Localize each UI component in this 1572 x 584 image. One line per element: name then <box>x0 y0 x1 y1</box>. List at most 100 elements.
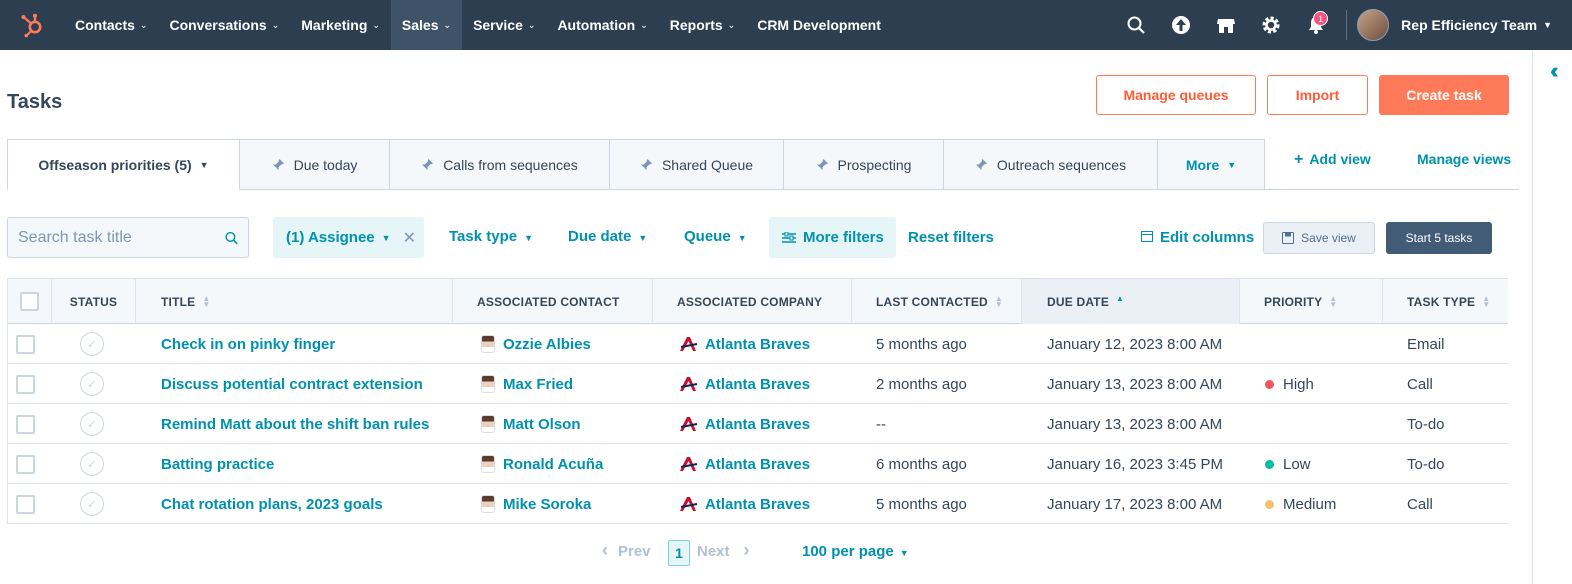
company-link[interactable]: Atlanta Braves <box>705 416 810 433</box>
contact-link[interactable]: Matt Olson <box>503 416 581 433</box>
complete-task-check-icon[interactable]: ✓ <box>80 372 104 396</box>
company-link[interactable]: Atlanta Braves <box>705 456 810 473</box>
search-icon[interactable] <box>1113 0 1158 50</box>
nav-item-reports[interactable]: Reports ⌄ <box>659 0 746 50</box>
top-navigation: Contacts ⌄ Conversations ⌄ Marketing ⌄ Sales ⌄ S… <box>0 0 1572 50</box>
nav-item-contacts[interactable]: Contacts ⌄ <box>64 0 158 50</box>
complete-task-check-icon[interactable]: ✓ <box>80 492 104 516</box>
manage-queues-button[interactable]: Manage queues <box>1096 75 1256 115</box>
row-checkbox[interactable] <box>16 494 35 514</box>
hubspot-logo-icon[interactable] <box>0 0 64 50</box>
company-link[interactable]: Atlanta Braves <box>705 336 810 353</box>
prev-page-button[interactable]: ‹ Prev <box>602 540 651 561</box>
nav-item-automation[interactable]: Automation ⌄ <box>546 0 658 50</box>
tab-prospecting[interactable]: Prospecting <box>784 139 944 190</box>
task-type-filter[interactable]: Task type ▼ <box>449 228 533 245</box>
upgrade-icon[interactable] <box>1158 0 1203 50</box>
manage-views-link[interactable]: Manage views <box>1417 151 1511 167</box>
caret-down-icon: ▼ <box>638 233 648 243</box>
row-checkbox[interactable] <box>16 374 35 394</box>
priority-dot <box>1265 379 1274 389</box>
nav-utilities: 1 Rep Efficiency Team ▼ <box>1113 0 1572 50</box>
tab-outreach-sequences[interactable]: Outreach sequences <box>944 139 1158 190</box>
row-select-cell <box>16 364 35 404</box>
company-link[interactable]: Atlanta Braves <box>705 496 810 513</box>
column-label: TITLE <box>161 294 196 309</box>
column-header-title[interactable]: TITLE ▲ ▼ <box>136 279 453 324</box>
task-title-link[interactable]: Chat rotation plans, 2023 goals <box>161 496 383 513</box>
next-page-button[interactable]: Next › <box>697 540 750 561</box>
company-cell: Atlanta Braves <box>679 364 810 404</box>
user-avatar[interactable] <box>1357 9 1390 41</box>
company-link[interactable]: Atlanta Braves <box>705 376 810 393</box>
edit-columns-link[interactable]: Edit columns <box>1141 229 1254 246</box>
table-row: ✓ Discuss potential contract extension Max… <box>8 364 1508 404</box>
search-icon[interactable] <box>225 229 238 247</box>
marketplace-icon[interactable] <box>1203 0 1248 50</box>
pin-icon <box>816 158 828 171</box>
nav-item-marketing[interactable]: Marketing ⌄ <box>290 0 391 50</box>
tab-more[interactable]: More ▼ <box>1158 139 1265 190</box>
complete-task-check-icon[interactable]: ✓ <box>80 452 104 476</box>
pin-icon <box>640 158 653 171</box>
due-date-filter[interactable]: Due date ▼ <box>568 228 647 245</box>
row-checkbox[interactable] <box>16 414 35 434</box>
account-name[interactable]: Rep Efficiency Team <box>1401 17 1537 33</box>
more-filters-button[interactable]: More filters <box>769 217 896 258</box>
create-task-button[interactable]: Create task <box>1379 75 1509 115</box>
contact-cell: Matt Olson <box>481 404 581 444</box>
task-type-cell: Email <box>1407 335 1445 353</box>
close-icon[interactable]: ✕ <box>403 228 416 248</box>
account-chevron-down-icon[interactable]: ▼ <box>1543 20 1552 30</box>
priority-dot <box>1265 459 1274 469</box>
task-title-link[interactable]: Check in on pinky finger <box>161 336 335 353</box>
contact-link[interactable]: Ozzie Albies <box>503 336 591 353</box>
column-header-priority[interactable]: PRIORITY ▲ ▼ <box>1240 279 1383 324</box>
braves-logo-icon <box>680 497 698 511</box>
nav-item-sales[interactable]: Sales ⌄ <box>390 0 463 50</box>
tab-calls-from-sequences[interactable]: Calls from sequences <box>390 139 610 190</box>
column-header-status[interactable]: STATUS <box>52 279 136 324</box>
column-header-associated-company[interactable]: ASSOCIATED COMPANY <box>653 279 852 324</box>
column-header-task-type[interactable]: TASK TYPE ▲ ▼ <box>1383 279 1508 324</box>
per-page-dropdown[interactable]: 100 per page ▼ <box>802 543 909 560</box>
search-box <box>7 217 249 258</box>
tab-shared-queue[interactable]: Shared Queue <box>610 139 784 190</box>
contact-link[interactable]: Ronald Acuña <box>503 456 603 473</box>
import-button[interactable]: Import <box>1267 75 1368 115</box>
company-cell: Atlanta Braves <box>679 484 810 523</box>
queue-filter[interactable]: Queue ▼ <box>684 228 747 245</box>
double-chevron-left-icon[interactable]: ‹‹ <box>1550 58 1558 84</box>
row-checkbox[interactable] <box>16 454 35 474</box>
reset-filters-link[interactable]: Reset filters <box>908 229 994 246</box>
task-title-link[interactable]: Remind Matt about the shift ban rules <box>161 416 429 433</box>
company-cell: Atlanta Braves <box>679 324 810 364</box>
assignee-filter-chip[interactable]: (1) Assignee ▼ ✕ <box>273 217 424 258</box>
notifications-bell-icon[interactable]: 1 <box>1293 0 1338 50</box>
caret-down-icon: ▼ <box>381 232 391 243</box>
tab-offseason-priorities[interactable]: Offseason priorities (5) ▼ <box>7 139 240 190</box>
nav-item-label: Sales <box>401 17 439 33</box>
nav-item-service[interactable]: Service ⌄ <box>462 0 546 50</box>
page-number-current[interactable]: 1 <box>668 540 690 566</box>
complete-task-check-icon[interactable]: ✓ <box>80 332 104 356</box>
settings-gear-icon[interactable] <box>1248 0 1293 50</box>
start-tasks-button[interactable]: Start 5 tasks <box>1386 222 1492 254</box>
column-header-associated-contact[interactable]: ASSOCIATED CONTACT <box>453 279 653 324</box>
row-checkbox[interactable] <box>16 334 35 354</box>
braves-logo-icon <box>680 377 698 391</box>
nav-item-crm-development[interactable]: CRM Development <box>746 0 892 50</box>
select-all-checkbox[interactable] <box>20 292 39 311</box>
column-header-due-date[interactable]: DUE DATE ▲ <box>1022 279 1240 324</box>
contact-link[interactable]: Mike Soroka <box>503 496 591 513</box>
search-input[interactable] <box>18 228 225 247</box>
task-title-link[interactable]: Batting practice <box>161 456 274 473</box>
save-view-button[interactable]: Save view <box>1263 222 1375 254</box>
contact-link[interactable]: Max Fried <box>503 376 573 393</box>
complete-task-check-icon[interactable]: ✓ <box>80 412 104 436</box>
column-header-last-contacted[interactable]: LAST CONTACTED ▲ ▼ <box>852 279 1022 324</box>
nav-item-conversations[interactable]: Conversations ⌄ <box>158 0 290 50</box>
task-title-link[interactable]: Discuss potential contract extension <box>161 376 423 393</box>
tab-due-today[interactable]: Due today <box>240 139 390 190</box>
add-view-link[interactable]: + Add view <box>1294 151 1371 169</box>
